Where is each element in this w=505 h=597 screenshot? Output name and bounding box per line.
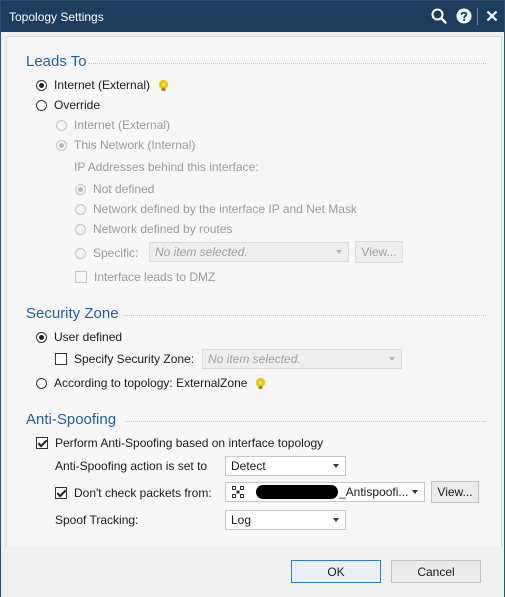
leads-to-divider: [88, 63, 486, 64]
leads-to-internet-label: Internet (External): [54, 78, 151, 92]
chevron-down-icon: [389, 357, 395, 361]
security-zone-heading: Security Zone: [26, 305, 119, 322]
close-icon[interactable]: [482, 6, 502, 26]
not-defined-label: Not defined: [93, 182, 155, 196]
checkbox-unchecked-icon: [55, 353, 67, 365]
specific-view-button[interactable]: View...: [355, 241, 403, 263]
chevron-down-icon: [412, 490, 418, 494]
net-defined-ip-radio[interactable]: Network defined by the interface IP and …: [75, 201, 357, 217]
net-defined-ip-label: Network defined by the interface IP and …: [93, 202, 357, 216]
radio-selected-icon: [36, 79, 47, 91]
chevron-down-icon: [336, 250, 342, 254]
dont-check-packets-value: _Antispoofi...: [339, 485, 409, 499]
specific-dropdown-value: No item selected.: [155, 245, 248, 259]
specify-zone-checkbox[interactable]: Specify Security Zone:: [55, 351, 194, 367]
not-defined-radio[interactable]: Not defined: [75, 181, 154, 197]
chevron-down-icon: [333, 518, 339, 522]
network-group-icon: [232, 486, 244, 498]
according-topology-label: According to topology: ExternalZone: [54, 376, 248, 390]
override-label: Override: [54, 98, 101, 112]
dont-check-view-button[interactable]: View...: [431, 481, 479, 503]
spoof-tracking-value: Log: [231, 513, 252, 527]
dont-check-packets-checkbox[interactable]: Don't check packets from:: [55, 485, 212, 501]
checkbox-checked-icon: [55, 487, 67, 499]
specific-radio[interactable]: Specific:: [75, 245, 138, 261]
radio-unselected-icon: [36, 377, 47, 389]
override-this-network-radio[interactable]: This Network (Internal): [56, 137, 195, 153]
dmz-label: Interface leads to DMZ: [94, 270, 216, 284]
radio-unselected-icon: [75, 247, 86, 259]
radio-unselected-icon: [36, 99, 47, 111]
override-radio[interactable]: Override: [36, 97, 100, 113]
net-defined-routes-label: Network defined by routes: [93, 222, 233, 236]
radio-unselected-icon: [56, 119, 67, 131]
user-defined-radio[interactable]: User defined: [36, 329, 122, 345]
anti-spoofing-divider: [125, 421, 486, 422]
search-icon[interactable]: [429, 6, 449, 26]
user-defined-label: User defined: [54, 330, 123, 344]
dialog-footer: OK Cancel: [1, 547, 504, 597]
titlebar-divider: [477, 8, 478, 25]
leads-to-heading: Leads To: [26, 53, 87, 70]
anti-spoofing-action-value: Detect: [231, 459, 266, 473]
dont-check-packets-label: Don't check packets from:: [74, 486, 212, 500]
radio-unselected-icon: [75, 223, 86, 235]
override-this-network-label: This Network (Internal): [74, 138, 196, 152]
lightbulb-icon: [256, 377, 266, 389]
leads-to-internet-radio[interactable]: Internet (External): [36, 77, 170, 93]
specific-label: Specific:: [93, 246, 139, 260]
radio-unselected-icon: [75, 203, 86, 215]
radio-selected-icon: [36, 331, 47, 343]
security-zone-divider: [123, 315, 486, 316]
according-topology-radio[interactable]: According to topology: ExternalZone: [36, 375, 267, 391]
anti-spoofing-heading: Anti-Spoofing: [26, 411, 117, 428]
spoof-tracking-label: Spoof Tracking:: [55, 513, 139, 527]
cancel-button[interactable]: Cancel: [391, 560, 481, 583]
title-bar: Topology Settings: [1, 1, 504, 32]
checkbox-unchecked-icon: [75, 271, 87, 283]
specific-dropdown[interactable]: No item selected.: [149, 242, 349, 262]
specify-zone-dropdown-value: No item selected.: [208, 352, 301, 366]
help-icon[interactable]: [454, 6, 474, 26]
specify-zone-label: Specify Security Zone:: [74, 352, 195, 366]
window-title: Topology Settings: [9, 10, 104, 24]
override-internet-label: Internet (External): [74, 118, 171, 132]
checkbox-checked-icon: [36, 437, 48, 449]
topology-settings-dialog: Topology Settings Leads To Internet (Ext…: [0, 0, 505, 597]
override-internet-radio[interactable]: Internet (External): [56, 117, 170, 133]
lightbulb-icon: [158, 79, 169, 91]
perform-anti-spoofing-label: Perform Anti-Spoofing based on interface…: [55, 436, 324, 450]
dmz-checkbox[interactable]: Interface leads to DMZ: [75, 269, 215, 285]
spoof-tracking-dropdown[interactable]: Log: [225, 510, 346, 530]
redacted-object-name: [256, 485, 338, 499]
specify-zone-dropdown[interactable]: No item selected.: [202, 349, 402, 369]
perform-anti-spoofing-checkbox[interactable]: Perform Anti-Spoofing based on interface…: [36, 435, 323, 451]
anti-spoofing-action-label: Anti-Spoofing action is set to: [55, 459, 208, 473]
anti-spoofing-action-dropdown[interactable]: Detect: [225, 456, 346, 476]
chevron-down-icon: [333, 464, 339, 468]
radio-selected-icon: [75, 183, 86, 195]
ok-button[interactable]: OK: [291, 560, 381, 583]
ip-addresses-label: IP Addresses behind this interface:: [74, 160, 259, 174]
net-defined-routes-radio[interactable]: Network defined by routes: [75, 221, 232, 237]
radio-selected-icon: [56, 139, 67, 151]
